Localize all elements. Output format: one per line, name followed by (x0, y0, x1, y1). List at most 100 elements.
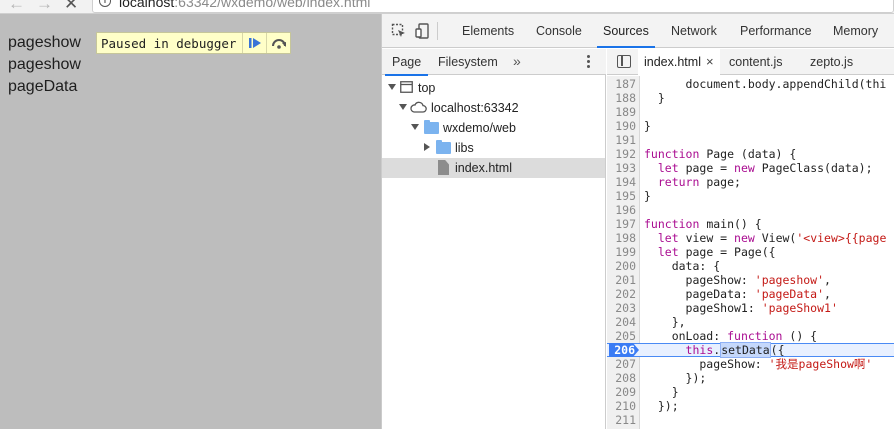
info-icon[interactable]: i (99, 0, 111, 7)
code-text: pageShow: 'pageshow', (644, 273, 831, 287)
line-number[interactable]: 206 (609, 343, 635, 357)
tree-item-host[interactable]: localhost:63342 (382, 98, 605, 118)
tab-performance[interactable]: Performance (740, 14, 812, 48)
expand-arrow-icon[interactable] (411, 124, 419, 130)
cloud-icon (410, 101, 427, 113)
line-number[interactable]: 205 (607, 329, 636, 343)
line-number[interactable]: 196 (607, 203, 636, 217)
sources-navigator: Page Filesystem » top localhost:63342 wx… (382, 49, 606, 429)
code-line: 188 } (607, 91, 894, 105)
expand-arrow-icon[interactable] (399, 104, 407, 110)
line-number[interactable]: 200 (607, 259, 636, 273)
code-text: pageData: 'pageData', (644, 287, 831, 301)
tree-label: index.html (455, 161, 512, 175)
forward-icon[interactable]: → (36, 0, 53, 13)
step-over-button[interactable] (266, 33, 290, 53)
line-number[interactable]: 204 (607, 315, 636, 329)
url-path: :63342/wxdemo/web/index.html (174, 0, 371, 10)
code-area[interactable]: 187 document.body.appendChild(thi 188 } 18… (607, 76, 894, 429)
navigator-tab-page[interactable]: Page (384, 49, 429, 76)
browser-address-bar: ← → ✕ i localhost:63342/wxdemo/web/index… (0, 0, 894, 14)
url-field[interactable]: i localhost:63342/wxdemo/web/index.html (92, 0, 894, 13)
editor-tab-content-js[interactable]: content.js (729, 49, 783, 75)
tab-network[interactable]: Network (671, 14, 717, 48)
code-line: 205 onLoad: function () { (607, 329, 894, 343)
line-number[interactable]: 190 (607, 119, 636, 133)
line-number[interactable]: 207 (607, 357, 636, 371)
code-line: 211 (607, 413, 894, 427)
line-number[interactable]: 203 (607, 301, 636, 315)
paused-label: Paused in debugger (101, 35, 237, 51)
code-line: 197 function main() { (607, 217, 894, 231)
line-number[interactable]: 188 (607, 91, 636, 105)
code-text: pageShow1: 'pageShow1' (644, 301, 838, 315)
code-line: 201 pageShow: 'pageshow', (607, 273, 894, 287)
tab-sources[interactable]: Sources (597, 14, 655, 48)
code-line: 208 }); (607, 371, 894, 385)
back-icon[interactable]: ← (8, 0, 25, 13)
code-line: 209 } (607, 385, 894, 399)
resume-button[interactable] (242, 33, 266, 53)
tree-label: localhost:63342 (431, 101, 519, 115)
line-number[interactable]: 197 (607, 217, 636, 231)
code-line: 190} (607, 119, 894, 133)
code-text: } (644, 189, 651, 203)
line-number[interactable]: 191 (607, 133, 636, 147)
line-number[interactable]: 195 (607, 189, 636, 203)
line-number[interactable]: 211 (607, 413, 636, 427)
tree-item-folder-libs[interactable]: libs (382, 138, 605, 158)
code-text: } (644, 385, 679, 399)
code-line: 189 (607, 105, 894, 119)
navigator-tab-filesystem[interactable]: Filesystem (438, 49, 498, 75)
code-line-paused: 206 this.setData({ (607, 342, 894, 358)
code-line: 210 }); (607, 399, 894, 413)
line-number[interactable]: 187 (607, 77, 636, 91)
tree-item-top[interactable]: top (382, 78, 605, 98)
code-text: let view = new View('<view>{{page (657, 231, 887, 245)
page-text-line: pageshow (8, 56, 81, 73)
code-text: pageShow: '我是pageShow啊' (644, 357, 873, 371)
code-text: } (644, 91, 665, 105)
folder-icon (424, 120, 439, 134)
collapsed-arrow-icon[interactable] (424, 143, 430, 151)
expand-arrow-icon[interactable] (388, 84, 396, 90)
url-host: localhost (119, 0, 175, 10)
line-number[interactable]: 209 (607, 385, 636, 399)
tree-item-file-index[interactable]: index.html (382, 158, 605, 178)
code-text: let page = Page({ (657, 245, 776, 259)
line-number[interactable]: 210 (607, 399, 636, 413)
toggle-navigator-icon[interactable] (617, 55, 631, 68)
line-number[interactable]: 201 (607, 273, 636, 287)
tab-console[interactable]: Console (536, 14, 582, 48)
stop-icon[interactable]: ✕ (64, 0, 78, 13)
line-number[interactable]: 193 (607, 161, 636, 175)
line-number[interactable]: 189 (607, 105, 636, 119)
editor-tab-zepto-js[interactable]: zepto.js (810, 49, 853, 75)
code-line: 193 let page = new PageClass(data); (607, 161, 894, 175)
editor-tabs: index.html × content.js zepto.js (607, 49, 894, 75)
devtools-panel: Elements Console Sources Network Perform… (381, 14, 894, 429)
tree-label: top (418, 81, 436, 95)
tree-item-folder-wxdemo[interactable]: wxdemo/web (382, 118, 605, 138)
line-number[interactable]: 198 (607, 231, 636, 245)
code-text: let page = new PageClass(data); (657, 161, 873, 175)
frame-icon (400, 81, 413, 93)
editor-tab-label: index.html (644, 55, 701, 69)
line-number[interactable]: 208 (607, 371, 636, 385)
source-editor: index.html × content.js zepto.js 187 doc… (607, 49, 894, 429)
code-text: } (644, 119, 651, 133)
line-number[interactable]: 202 (607, 287, 636, 301)
tab-memory[interactable]: Memory (833, 14, 878, 48)
tab-elements[interactable]: Elements (462, 14, 514, 48)
code-line: 203 pageShow1: 'pageShow1' (607, 301, 894, 315)
inspect-element-icon[interactable] (391, 23, 407, 39)
line-number[interactable]: 192 (607, 147, 636, 161)
kebab-menu-icon[interactable] (587, 55, 591, 69)
code-text: }); (644, 399, 679, 413)
close-tab-icon[interactable]: × (706, 49, 714, 75)
code-text: onLoad: function () { (644, 329, 818, 343)
line-number[interactable]: 194 (607, 175, 636, 189)
line-number[interactable]: 199 (607, 245, 636, 259)
more-tabs-icon[interactable]: » (513, 49, 521, 75)
device-toolbar-icon[interactable] (415, 23, 431, 39)
